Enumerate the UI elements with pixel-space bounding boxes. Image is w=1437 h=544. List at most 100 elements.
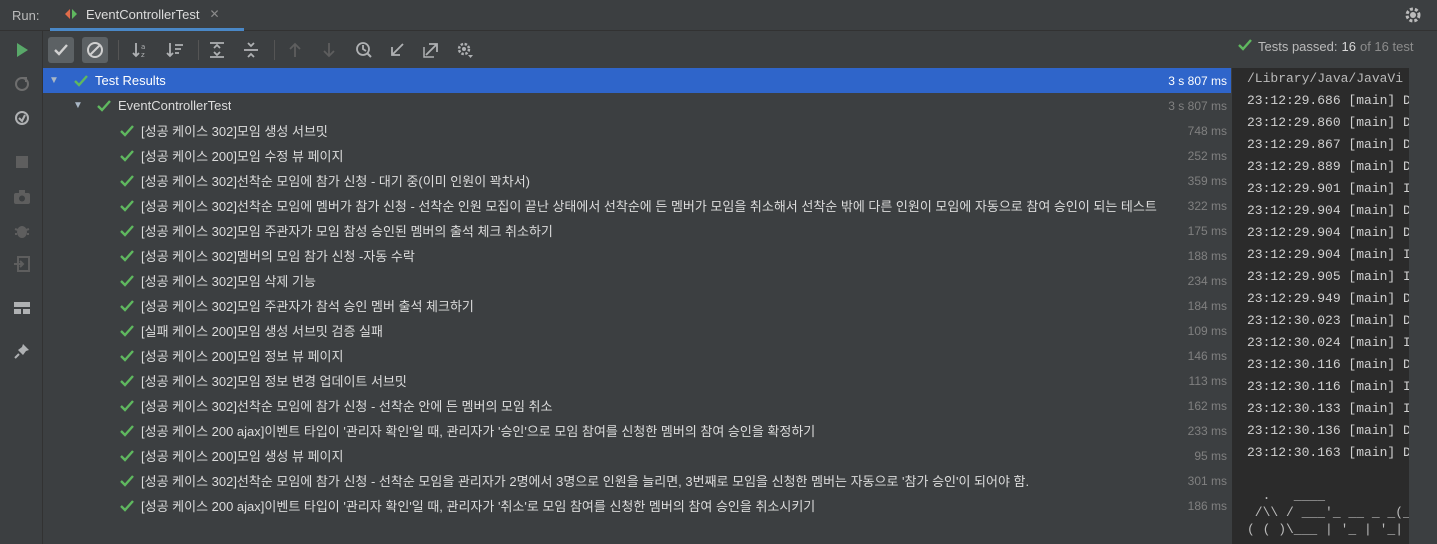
console-banner-line: ( ( )\___ | '_ | '_| — [1247, 522, 1409, 537]
toolbar-separator — [198, 40, 199, 60]
console-log-line: 23:12:29.904 [main] I — [1247, 247, 1409, 262]
test-name: [성공 케이스 302]멤버의 모임 참가 신청 -자동 수락 — [141, 249, 415, 264]
passed-check-icon — [119, 199, 135, 213]
test-duration: 109 ms — [1187, 323, 1227, 338]
tree-root-test-results[interactable]: ▼ Test Results 3 s 807 ms — [43, 68, 1231, 93]
previous-failed-test-icon[interactable] — [282, 37, 308, 63]
test-config-icon — [64, 7, 78, 21]
test-duration: 188 ms — [1187, 248, 1227, 263]
passed-check-icon — [119, 124, 135, 138]
show-ignored-icon[interactable] — [82, 37, 108, 63]
test-name: [성공 케이스 302]선착순 모임에 참가 신청 - 대기 중(이미 인원이 … — [141, 174, 530, 189]
next-failed-test-icon[interactable] — [316, 37, 342, 63]
test-row[interactable]: [성공 케이스 302]선착순 모임에 참가 신청 - 선착순 모임을 관리자가… — [43, 468, 1231, 493]
test-row[interactable]: [성공 케이스 302]멤버의 모임 참가 신청 -자동 수락 188 ms — [43, 243, 1231, 268]
test-duration: 184 ms — [1187, 298, 1227, 313]
console-log-line: 23:12:30.116 [main] D — [1247, 357, 1409, 372]
passed-count: 16 — [1341, 39, 1356, 54]
run-tab-eventcontrollertest[interactable]: EventControllerTest ✕ — [50, 0, 244, 31]
console-log-line: 23:12:29.901 [main] I — [1247, 181, 1409, 196]
camera-icon[interactable] — [11, 186, 33, 208]
console-log-line: 23:12:30.136 [main] D — [1247, 423, 1409, 438]
test-name: [성공 케이스 200]모임 정보 뷰 페이지 — [141, 349, 344, 364]
console-log-line: 23:12:29.889 [main] D — [1247, 159, 1409, 174]
toolbar-separator — [118, 40, 119, 60]
passed-check-icon — [119, 474, 135, 488]
test-row[interactable]: [성공 케이스 302]모임 주관자가 참석 승인 멤버 출석 체크하기 184 … — [43, 293, 1231, 318]
layout-icon[interactable] — [11, 297, 33, 319]
test-row[interactable]: [성공 케이스 302]모임 주관자가 모임 참성 승인된 멤버의 출석 체크 … — [43, 218, 1231, 243]
test-row[interactable]: [성공 케이스 200 ajax]이벤트 타입이 '관리자 확인'일 때, 관리… — [43, 493, 1231, 518]
console-log-line: 23:12:30.024 [main] I — [1247, 335, 1409, 350]
test-name: [성공 케이스 302]선착순 모임에 참가 신청 - 선착순 모임을 관리자가… — [141, 474, 1030, 489]
show-passed-icon[interactable] — [48, 37, 74, 63]
test-row[interactable]: [성공 케이스 302]모임 생성 서브밋 748 ms — [43, 118, 1231, 143]
passed-total: of 16 test — [1359, 39, 1414, 54]
export-tests-icon[interactable] — [418, 37, 444, 63]
test-row[interactable]: [성공 케이스 200]모임 수정 뷰 페이지 252 ms — [43, 143, 1231, 168]
test-row[interactable]: [성공 케이스 302]선착순 모임에 참가 신청 - 선착순 안에 든 멤버의… — [43, 393, 1231, 418]
passed-check-icon — [119, 174, 135, 188]
test-row[interactable]: [성공 케이스 302]선착순 모임에 참가 신청 - 대기 중(이미 인원이 … — [43, 168, 1231, 193]
run-tab-title: EventControllerTest — [86, 6, 200, 22]
test-row[interactable]: [성공 케이스 302]선착순 모임에 멤버가 참가 신청 - 선착순 인원 모… — [43, 193, 1231, 218]
sort-by-duration-icon[interactable] — [162, 37, 188, 63]
test-duration: 252 ms — [1187, 148, 1227, 163]
close-tab-icon[interactable]: ✕ — [209, 7, 219, 21]
collapse-all-icon[interactable] — [238, 37, 264, 63]
test-row[interactable]: [성공 케이스 200]모임 생성 뷰 페이지 95 ms — [43, 443, 1231, 468]
console-banner-line: . ____ — [1247, 488, 1404, 503]
run-side-toolbar — [0, 31, 43, 544]
test-name: [성공 케이스 200]모임 생성 뷰 페이지 — [141, 449, 344, 464]
tree-suite-eventcontrollertest[interactable]: ▼ EventControllerTest 3 s 807 ms — [43, 93, 1231, 118]
console-log-line: 23:12:30.163 [main] D — [1247, 445, 1409, 460]
console-log-line: 23:12:29.867 [main] D — [1247, 137, 1409, 152]
test-duration: 301 ms — [1187, 473, 1227, 488]
test-duration: 95 ms — [1194, 448, 1227, 463]
test-row[interactable]: [성공 케이스 302]모임 정보 변경 업데이트 서브밋 113 ms — [43, 368, 1231, 393]
stop-icon[interactable] — [11, 151, 33, 173]
test-name: [성공 케이스 302]모임 주관자가 모임 참성 승인된 멤버의 출석 체크 … — [141, 224, 553, 239]
pin-icon[interactable] — [11, 340, 33, 362]
test-duration: 322 ms — [1187, 198, 1227, 213]
test-duration: 175 ms — [1187, 223, 1227, 238]
test-name: [성공 케이스 302]선착순 모임에 참가 신청 - 선착순 안에 든 멤버의… — [141, 399, 553, 414]
expand-all-icon[interactable] — [204, 37, 230, 63]
console-output[interactable]: /Library/Java/JavaVi 23:12:29.686 [main]… — [1232, 68, 1409, 544]
rerun-play-icon[interactable] — [11, 39, 33, 61]
toolbar-separator — [274, 40, 275, 60]
test-row[interactable]: [성공 케이스 200 ajax]이벤트 타입이 '관리자 확인'일 때, 관리… — [43, 418, 1231, 443]
test-name: [성공 케이스 302]선착순 모임에 멤버가 참가 신청 - 선착순 인원 모… — [141, 199, 1157, 214]
test-name: [성공 케이스 302]모임 삭제 기능 — [141, 274, 316, 289]
passed-check-icon — [119, 324, 135, 338]
passed-check-icon — [96, 99, 112, 113]
run-toolwindow-header: Run: EventControllerTest ✕ — [0, 0, 1437, 31]
passed-check-icon — [119, 424, 135, 438]
console-banner-line: /\\ / ___'_ __ _ _(_ — [1247, 505, 1409, 520]
test-row[interactable]: [실패 케이스 200]모임 생성 서브밋 검증 실패 109 ms — [43, 318, 1231, 343]
console-log-line: 23:12:30.116 [main] I — [1247, 379, 1409, 394]
import-tests-icon[interactable] — [384, 37, 410, 63]
expand-arrow-icon[interactable]: ▼ — [73, 100, 83, 111]
test-row[interactable]: [성공 케이스 200]모임 정보 뷰 페이지 146 ms — [43, 343, 1231, 368]
tree-node-duration: 3 s 807 ms — [1168, 73, 1227, 88]
test-name: [실패 케이스 200]모임 생성 서브밋 검증 실패 — [141, 324, 383, 339]
test-history-icon[interactable] — [351, 37, 377, 63]
test-settings-gear-icon[interactable] — [452, 37, 478, 63]
exit-icon[interactable] — [11, 253, 33, 275]
debug-bug-icon[interactable] — [11, 220, 33, 242]
passed-check-icon — [119, 374, 135, 388]
test-name: [성공 케이스 302]모임 정보 변경 업데이트 서브밋 — [141, 374, 407, 389]
console-log-line: 23:12:29.860 [main] D — [1247, 115, 1409, 130]
toggle-auto-test-icon[interactable] — [11, 107, 33, 129]
settings-gear-icon[interactable] — [1403, 5, 1423, 25]
sort-alphabetically-icon[interactable]: az — [128, 37, 154, 63]
svg-text:z: z — [141, 51, 145, 59]
test-row[interactable]: [성공 케이스 302]모임 삭제 기능 234 ms — [43, 268, 1231, 293]
expand-arrow-icon[interactable]: ▼ — [49, 75, 59, 86]
passed-check-icon — [119, 499, 135, 513]
passed-check-icon — [119, 274, 135, 288]
run-label: Run: — [12, 8, 40, 23]
rerun-failed-icon[interactable] — [11, 73, 33, 95]
console-log-line: 23:12:29.904 [main] D — [1247, 203, 1409, 218]
